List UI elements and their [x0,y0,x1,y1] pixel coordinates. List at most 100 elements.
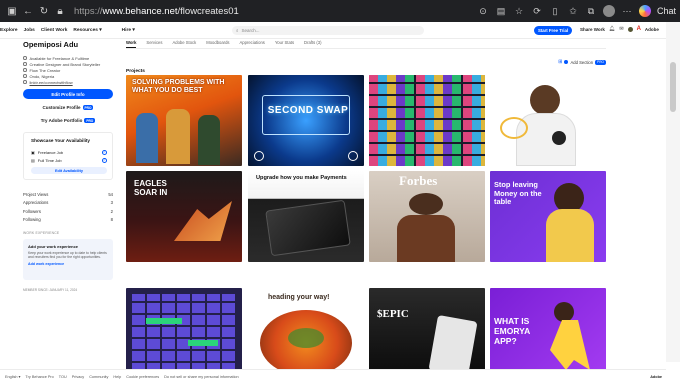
briefcase-icon: ▣ [31,149,35,155]
project-tile[interactable]: heading your way! [248,288,364,379]
customize-profile-button[interactable]: Customize Profile PRO [23,103,113,112]
project-tile[interactable]: Stop leaving Money on the table [490,171,606,262]
sidebar-toggle-icon[interactable]: ▣ [4,6,20,17]
stat-row[interactable]: Appreciations 3 [23,199,113,208]
messages-icon[interactable]: ✉ [619,26,623,32]
footer-adobe-logo: Adobe [650,374,662,379]
footer-link[interactable]: Cookie preferences [126,375,159,379]
nav-explore[interactable]: Explore [0,28,18,33]
project-tile[interactable] [490,75,606,166]
collections-icon[interactable]: ⧉ [585,6,597,17]
stat-row: Project Views 54 [23,191,113,197]
tab-work[interactable]: Work [126,40,137,48]
add-work-experience-link[interactable]: Add work experience [28,262,108,266]
stat-row[interactable]: Following 8 [23,216,113,225]
profile-sidebar: Opemiposi Adu Available for Freelance & … [23,40,113,292]
chat-button[interactable]: Chat [657,6,676,16]
briefcase-icon [23,56,27,60]
footer-link[interactable]: Privacy [72,375,84,379]
document-icon: ▤ [31,157,35,163]
stat-row[interactable]: Followers 2 [23,207,113,216]
user-avatar[interactable] [627,26,633,32]
copilot-icon[interactable] [638,5,651,17]
search-icon: ⌕ [236,28,239,33]
tab-moodboards[interactable]: Moodboards [206,40,229,45]
start-free-trial-button[interactable]: Start Free Trial [534,26,572,35]
main-content: Work Services Adobe Stock Moodboards App… [126,40,606,74]
scrollbar-thumb[interactable] [670,62,676,112]
project-tile[interactable] [126,288,242,379]
tab-your-stats[interactable]: Your Stats [275,40,294,45]
edit-availability-button[interactable]: Edit Availability [31,167,107,174]
footer-link[interactable]: TOU [59,375,67,379]
share-work-button[interactable]: Share Work [580,27,605,32]
projects-heading: Projects [126,69,145,74]
work-experience-card: Add your work experience Keep your work … [23,239,113,280]
project-tile[interactable]: $EPIC [369,288,485,379]
nav-jobs[interactable]: Jobs [24,28,35,33]
footer-link[interactable]: Try Behance Pro [25,375,53,379]
browser-toolbar: ▣ ← ↻ 🔒︎ https://www.behance.net/flowcre… [0,0,680,22]
nav-resources[interactable]: Resources ▾ [73,28,101,33]
profile-stats: Project Views 54 Appreciations 3 Followers… [23,190,113,224]
more-icon[interactable]: ⋯ [621,6,633,17]
read-aloud-icon[interactable]: ▤ [495,6,507,17]
lock-icon: 🔒︎ [57,5,63,17]
project-tile[interactable] [369,75,485,166]
adobe-logo-icon: A [636,26,641,32]
language-select[interactable]: English ▾ [5,374,20,379]
availability-card: Showcase Your Availability ▣ Freelance Jo… [23,132,113,180]
link-icon [23,80,27,84]
member-since: MEMBER SINCE: JANUARY 11, 2024 [23,288,78,292]
refresh-extension-icon[interactable]: ⟳ [531,6,543,17]
project-tile[interactable]: SOLVING PROBLEMS WITH WHAT YOU DO BEST [126,75,242,166]
check-icon: ✓ [102,149,107,155]
tab-appreciations[interactable]: Appreciations [240,40,265,45]
edit-profile-button[interactable]: Edit Profile Info [23,89,113,99]
availability-title: Showcase Your Availability [31,138,90,143]
adobe-label: Adobe [644,26,659,32]
project-tile[interactable]: WHAT IS EMORYA APP? [490,288,606,379]
nav-hire[interactable]: Hire ▾ [122,28,135,33]
browser-profile-avatar[interactable] [602,5,615,17]
footer: English ▾ Try Behance Pro TOU Privacy Co… [0,369,666,383]
footer-link[interactable]: Do not sell or share my personal informa… [164,375,239,379]
footer-link[interactable]: Help [113,375,121,379]
refresh-icon[interactable]: ↻ [36,6,52,17]
fulltime-option[interactable]: ▤ Full Time Job ✓ [31,156,107,164]
building-icon [23,68,27,72]
location-pin-icon [23,74,27,78]
project-tile[interactable]: Forbes [369,171,485,262]
pro-badge: PRO [84,118,96,123]
profile-tabs: Work Services Adobe Stock Moodboards App… [126,40,606,49]
add-icon [564,60,569,64]
tab-adobe-stock[interactable]: Adobe Stock [172,40,196,45]
try-portfolio-button[interactable]: Try Adobe Portfolio PRO [23,116,113,125]
pro-badge: PRO [82,105,94,110]
zoom-icon[interactable]: ⊙ [477,6,489,17]
project-tile[interactable]: SECOND SWAP [248,75,364,166]
project-tile[interactable]: Upgrade how you make Payments [248,171,364,262]
address-bar[interactable]: https://www.behance.net/flowcreates01 [74,6,239,17]
pro-badge: PRO [595,59,606,65]
favorite-icon[interactable]: ☆ [513,6,525,17]
page-scrollbar[interactable] [666,22,680,362]
back-icon[interactable]: ← [20,6,36,17]
occupation-info: Creative Designer and Brand Storyteller [23,61,113,67]
favorites-bar-icon[interactable]: ✩ [567,6,579,17]
profile-name: Opemiposi Adu [23,40,79,49]
tab-drafts[interactable]: Drafts (3) [304,40,321,45]
website-link[interactable]: linktr.ee/connectwithflow [23,79,113,85]
grid-icon: ⊞ [558,59,563,65]
footer-link[interactable]: Community [89,375,108,379]
nav-client-work[interactable]: Client Work [41,28,68,33]
search-input[interactable]: ⌕ Search... [232,26,424,35]
check-icon: ✓ [102,157,107,163]
bell-icon[interactable]: 🔔︎ [609,26,615,32]
freelance-option[interactable]: ▣ Freelance Job ✓ [31,148,107,156]
work-experience-label: WORK EXPERIENCE [23,231,60,235]
project-tile[interactable]: EAGLES SOAR IN [126,171,242,262]
split-screen-icon[interactable]: ▯ [549,6,561,17]
tab-services[interactable]: Services [146,40,162,45]
add-section-button[interactable]: ⊞ Add Section PRO [558,59,606,65]
